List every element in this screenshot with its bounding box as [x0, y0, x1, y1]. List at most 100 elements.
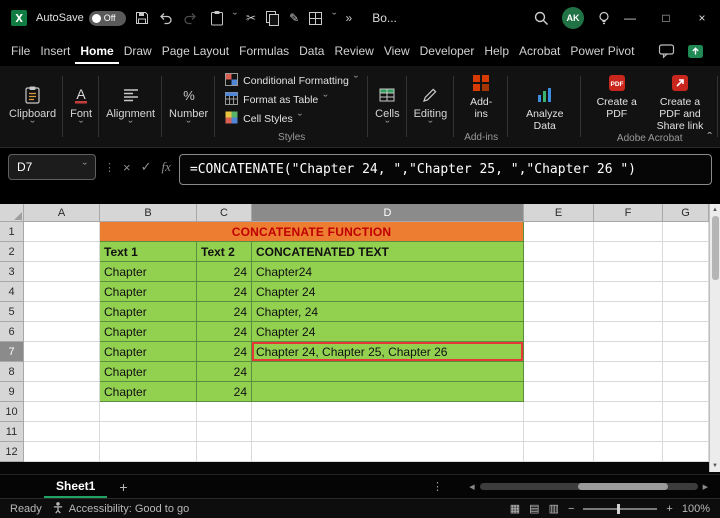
cell-C10[interactable]: [197, 402, 252, 422]
row-header-8[interactable]: 8: [0, 362, 24, 382]
menu-tab-data[interactable]: Data: [294, 38, 329, 64]
zoom-slider[interactable]: [583, 503, 658, 514]
ribbon-group-number[interactable]: % Number ˇ: [162, 66, 216, 147]
row-header-10[interactable]: 10: [0, 402, 24, 422]
cell-C3[interactable]: 24: [197, 262, 252, 282]
cell-D2[interactable]: CONCATENATED TEXT: [252, 242, 524, 262]
column-header-C[interactable]: C: [197, 204, 252, 222]
cell-E1[interactable]: [524, 222, 594, 242]
cell-D9[interactable]: [252, 382, 524, 402]
paste-icon[interactable]: [210, 10, 224, 26]
cell-E5[interactable]: [524, 302, 594, 322]
conditional-formatting-button[interactable]: Conditional Formatting ˇ: [222, 72, 361, 89]
cell-E8[interactable]: [524, 362, 594, 382]
formula-input[interactable]: =CONCATENATE("Chapter 24, ","Chapter 25,…: [178, 154, 712, 185]
row-header-5[interactable]: 5: [0, 302, 24, 322]
cell-G6[interactable]: [663, 322, 709, 342]
cancel-entry-icon[interactable]: ×: [123, 160, 131, 175]
row-header-9[interactable]: 9: [0, 382, 24, 402]
select-all-button[interactable]: [0, 204, 24, 222]
borders-dropdown-icon[interactable]: ˇ: [332, 11, 336, 24]
menu-tab-home[interactable]: Home: [75, 38, 119, 64]
accessibility-status[interactable]: Accessibility: Good to go: [52, 501, 189, 517]
cell-G8[interactable]: [663, 362, 709, 382]
cell-A4[interactable]: [24, 282, 100, 302]
menu-tab-developer[interactable]: Developer: [415, 38, 480, 64]
ribbon-group-editing[interactable]: Editing ˇ: [407, 66, 455, 147]
create-pdf-share-button[interactable]: Create a PDF and Share link: [649, 69, 711, 132]
cell-F9[interactable]: [594, 382, 663, 402]
cell-F4[interactable]: [594, 282, 663, 302]
analyze-data-button[interactable]: Analyze Data: [515, 81, 574, 132]
cell-B12[interactable]: [100, 442, 197, 462]
create-pdf-button[interactable]: PDF Create a PDF: [588, 69, 645, 120]
menu-tab-formulas[interactable]: Formulas: [234, 38, 294, 64]
h-scroll-track[interactable]: [479, 483, 698, 490]
cell-E4[interactable]: [524, 282, 594, 302]
cell-E10[interactable]: [524, 402, 594, 422]
cell-F2[interactable]: [594, 242, 663, 262]
cell-A5[interactable]: [24, 302, 100, 322]
cell-E2[interactable]: [524, 242, 594, 262]
cell-G7[interactable]: [663, 342, 709, 362]
cell-F10[interactable]: [594, 402, 663, 422]
column-header-E[interactable]: E: [524, 204, 594, 222]
cell-F5[interactable]: [594, 302, 663, 322]
cell-C11[interactable]: [197, 422, 252, 442]
zoom-slider-thumb[interactable]: [617, 503, 621, 514]
cell-G11[interactable]: [663, 422, 709, 442]
format-as-table-button[interactable]: Format as Table ˇ: [222, 91, 361, 108]
cell-E9[interactable]: [524, 382, 594, 402]
row-header-12[interactable]: 12: [0, 442, 24, 462]
cell-styles-button[interactable]: Cell Styles ˇ: [222, 110, 361, 127]
autosave-control[interactable]: AutoSave Off: [36, 10, 126, 26]
ribbon-group-clipboard[interactable]: Clipboard ˇ: [2, 66, 64, 147]
cell-D12[interactable]: [252, 442, 524, 462]
cell-A7[interactable]: [24, 342, 100, 362]
autosave-toggle[interactable]: Off: [88, 10, 126, 26]
row-header-3[interactable]: 3: [0, 262, 24, 282]
cell-A3[interactable]: [24, 262, 100, 282]
menu-tab-help[interactable]: Help: [479, 38, 514, 64]
horizontal-scrollbar[interactable]: ◀ ▶: [469, 483, 708, 491]
ribbon-group-font[interactable]: A Font ˇ: [63, 66, 100, 147]
v-scroll-thumb[interactable]: [711, 216, 719, 280]
cell-D7[interactable]: Chapter 24, Chapter 25, Chapter 26: [252, 342, 524, 362]
cell-B4[interactable]: Chapter: [100, 282, 197, 302]
menu-tab-file[interactable]: File: [6, 38, 35, 64]
row-header-1[interactable]: 1: [0, 222, 24, 242]
cell-C8[interactable]: 24: [197, 362, 252, 382]
share-icon[interactable]: [687, 44, 704, 59]
cell-F3[interactable]: [594, 262, 663, 282]
page-break-view-button[interactable]: ▥: [549, 502, 559, 515]
scroll-left-icon[interactable]: ◀: [469, 483, 474, 491]
add-ins-button[interactable]: Add-ins: [461, 69, 501, 120]
cell-B3[interactable]: Chapter: [100, 262, 197, 282]
cell-B7[interactable]: Chapter: [100, 342, 197, 362]
zoom-out-button[interactable]: −: [568, 503, 574, 515]
account-avatar[interactable]: AK: [562, 7, 584, 29]
cell-F12[interactable]: [594, 442, 663, 462]
ribbon-group-alignment[interactable]: Alignment ˇ: [99, 66, 162, 147]
row-header-7[interactable]: 7: [0, 342, 24, 362]
ribbon-group-cells[interactable]: Cells ˇ: [368, 66, 408, 147]
cell-D11[interactable]: [252, 422, 524, 442]
insert-function-icon[interactable]: fx: [162, 159, 171, 175]
cell-E11[interactable]: [524, 422, 594, 442]
column-header-F[interactable]: F: [594, 204, 663, 222]
cell-A6[interactable]: [24, 322, 100, 342]
cell-G1[interactable]: [663, 222, 709, 242]
sheet-tab-sheet1[interactable]: Sheet1: [44, 475, 108, 498]
row-header-4[interactable]: 4: [0, 282, 24, 302]
cell-C2[interactable]: Text 2: [197, 242, 252, 262]
name-box[interactable]: D7 ˇ: [8, 154, 96, 180]
menu-tab-page-layout[interactable]: Page Layout: [157, 38, 234, 64]
zoom-in-button[interactable]: +: [666, 503, 672, 515]
cell-C9[interactable]: 24: [197, 382, 252, 402]
menu-tab-draw[interactable]: Draw: [119, 38, 157, 64]
h-scroll-thumb[interactable]: [577, 483, 668, 490]
cell-B5[interactable]: Chapter: [100, 302, 197, 322]
redo-icon[interactable]: [182, 10, 198, 26]
cell-F11[interactable]: [594, 422, 663, 442]
close-button[interactable]: ×: [684, 0, 720, 36]
